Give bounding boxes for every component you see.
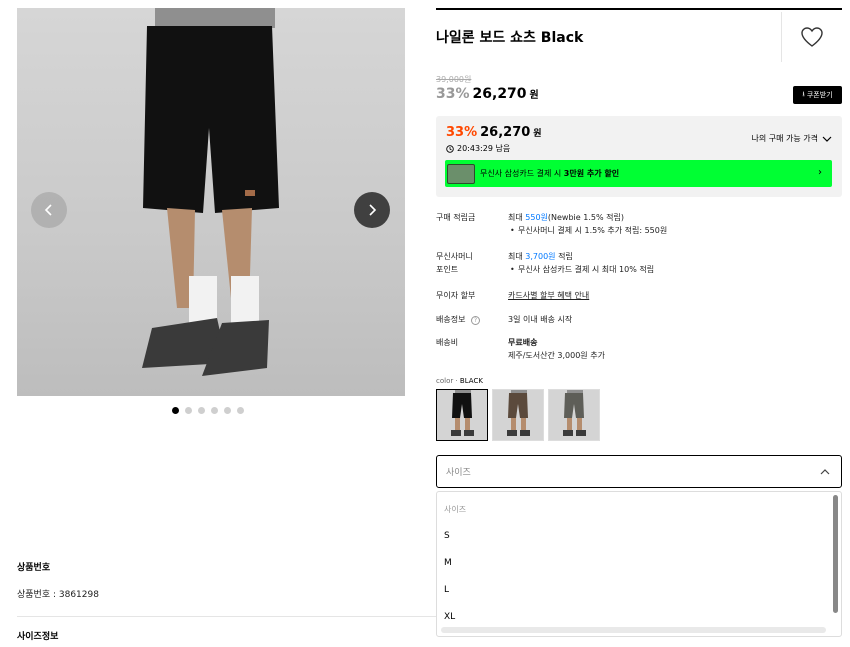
- best-price-percent: 33%: [446, 125, 478, 140]
- color-swatches: [436, 389, 600, 441]
- chevron-up-icon: [820, 469, 830, 475]
- size-option[interactable]: S: [444, 531, 450, 541]
- swatch-thumbnail: [437, 390, 487, 440]
- money-label-line2: 포인트: [436, 265, 459, 274]
- clock-icon: [446, 144, 454, 153]
- original-price: 39,000원: [436, 75, 472, 84]
- size-dropdown: 사이즈 S M L XL: [436, 491, 842, 637]
- shipping-value: 무료배송: [508, 338, 538, 347]
- dropdown-scrollbar[interactable]: [833, 495, 838, 613]
- gallery-dot[interactable]: [185, 407, 192, 414]
- delivery-value: 3일 이내 배송 시작: [508, 315, 573, 324]
- product-image-gallery[interactable]: [17, 8, 405, 396]
- product-photo-illustration: [142, 8, 279, 376]
- best-price-row: 33% 26,270 원: [446, 125, 542, 140]
- product-title: 나일론 보드 쇼츠 Black: [436, 30, 584, 46]
- money-amount: 3,700원: [525, 252, 556, 261]
- size-select[interactable]: 사이즈: [436, 455, 842, 488]
- heart-icon: [801, 27, 823, 47]
- gallery-dot[interactable]: [211, 407, 218, 414]
- best-price-box: 33% 26,270 원 20:43:29 남음 나의 구매 가능 가격 무신사 …: [436, 116, 842, 197]
- price-unit: 원: [529, 90, 539, 101]
- delivery-label: 배송정보: [436, 315, 466, 324]
- points-label: 구매 적립금: [436, 213, 476, 222]
- gallery-dot[interactable]: [224, 407, 231, 414]
- product-number-section: 상품번호: [17, 560, 50, 573]
- gallery-dot[interactable]: [172, 407, 179, 414]
- size-option[interactable]: M: [444, 558, 452, 568]
- promo-text-bold: 3만원 추가 할인: [563, 169, 620, 178]
- color-swatch-brown[interactable]: [492, 389, 544, 441]
- help-icon[interactable]: ?: [471, 316, 480, 325]
- coupon-label: 쿠폰받기: [806, 91, 833, 99]
- size-option-placeholder: 사이즈: [444, 505, 467, 514]
- points-note: 무신사머니 결제 시 1.5% 추가 적립: 550원: [508, 224, 838, 237]
- color-label-prefix: color ·: [436, 377, 460, 385]
- gallery-dot[interactable]: [237, 407, 244, 414]
- chevron-left-icon: [44, 204, 52, 216]
- best-price-value: 26,270: [480, 125, 531, 140]
- points-prefix: 최대: [508, 213, 526, 222]
- size-option[interactable]: L: [444, 585, 449, 595]
- points-suffix: (Newbie 1.5% 적립): [547, 213, 624, 222]
- countdown-timer: 20:43:29 남음: [446, 143, 510, 154]
- discount-price: 26,270: [472, 86, 527, 102]
- chevron-right-icon: ›: [818, 167, 822, 178]
- best-price-unit: 원: [533, 129, 542, 139]
- previous-image-button[interactable]: [31, 192, 67, 228]
- chevron-right-icon: [369, 204, 377, 216]
- section-divider: [17, 616, 437, 617]
- installment-link[interactable]: 카드사별 할부 혜택 안내: [508, 289, 838, 302]
- my-price-label: 나의 구매 가능 가격: [751, 134, 818, 143]
- heart-divider: [781, 12, 782, 62]
- wishlist-button[interactable]: [800, 26, 824, 48]
- installment-label: 무이자 할부: [436, 291, 476, 300]
- color-label: color · BLACK: [436, 377, 483, 385]
- money-prefix: 최대: [508, 252, 526, 261]
- chevron-down-icon: [822, 136, 832, 142]
- color-swatch-gray[interactable]: [548, 389, 600, 441]
- points-amount: 550원: [525, 213, 548, 222]
- my-price-toggle[interactable]: 나의 구매 가능 가격: [751, 133, 832, 144]
- money-label-line1: 무신사머니: [436, 252, 473, 261]
- promo-text-prefix: 무신사 삼성카드 결제 시: [480, 169, 564, 178]
- money-label: 무신사머니포인트: [436, 250, 506, 276]
- discount-price-row: 33% 26,270 원: [436, 86, 539, 102]
- shipping-note: 제주/도서산간 3,000원 추가: [508, 351, 605, 360]
- dropdown-horizontal-scrollbar[interactable]: [441, 627, 826, 633]
- color-value: BLACK: [459, 377, 483, 385]
- shipping-label: 배송비: [436, 338, 459, 347]
- samsung-card-icon: [447, 163, 475, 184]
- shipping-value-block: 무료배송 제주/도서산간 3,000원 추가: [508, 336, 838, 362]
- size-info-section: 사이즈정보: [17, 629, 58, 642]
- timer-text: 20:43:29 남음: [457, 144, 511, 153]
- color-swatch-black[interactable]: [436, 389, 488, 441]
- size-info-title: 사이즈정보: [17, 632, 59, 642]
- size-select-placeholder: 사이즈: [446, 468, 471, 478]
- size-option[interactable]: XL: [444, 612, 455, 622]
- product-photo: [17, 8, 405, 396]
- delivery-label-wrap: 배송정보 ?: [436, 313, 506, 326]
- swatch-thumbnail: [549, 390, 599, 440]
- gallery-dot[interactable]: [198, 407, 205, 414]
- coupon-button[interactable]: ⭳ 쿠폰받기: [793, 86, 842, 104]
- product-number-title: 상품번호: [17, 563, 51, 573]
- next-image-button[interactable]: [354, 192, 390, 228]
- product-number-text: 상품번호 : 3861298: [17, 590, 99, 600]
- product-number-row: 상품번호 : 3861298: [17, 587, 99, 600]
- money-suffix: 적립: [555, 252, 573, 261]
- header-rule: [436, 8, 842, 10]
- swatch-thumbnail: [493, 390, 543, 440]
- download-icon: ⭳: [802, 89, 805, 98]
- money-note: 무신사 삼성카드 결제 시 최대 10% 적립: [508, 263, 838, 276]
- points-value-block: 최대 550원(Newbie 1.5% 적립) 무신사머니 결제 시 1.5% …: [508, 211, 838, 237]
- gallery-pagination: [172, 407, 244, 414]
- promo-text: 무신사 삼성카드 결제 시 3만원 추가 할인: [480, 168, 619, 179]
- discount-percent: 33%: [436, 86, 470, 102]
- money-value-block: 최대 3,700원 적립 무신사 삼성카드 결제 시 최대 10% 적립: [508, 250, 838, 276]
- card-promo-banner[interactable]: 무신사 삼성카드 결제 시 3만원 추가 할인 ›: [445, 160, 832, 187]
